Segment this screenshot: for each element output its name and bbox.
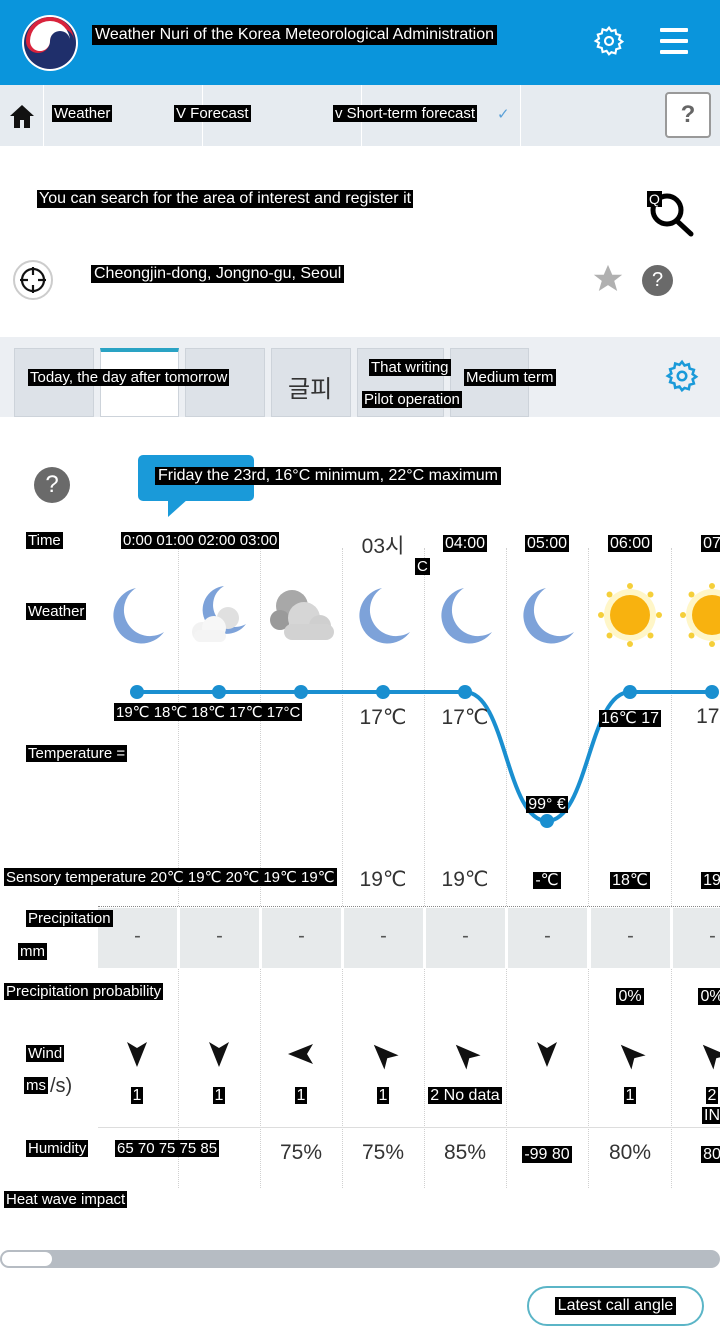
humidity-cell: 75% — [342, 1141, 424, 1165]
latest-announcement-button[interactable]: Latest call angle — [527, 1286, 704, 1326]
sensory-overlay: Sensory temperature 20℃ 19℃ 20℃ 19℃ 19℃ — [4, 868, 337, 886]
temperature-value: 17° — [696, 705, 720, 728]
humidity-value: -99 80 — [522, 1146, 572, 1163]
sensory-temp-value: 19℃ — [441, 868, 489, 891]
sensory-temp-cell: 19℃ — [342, 867, 424, 892]
temperature-value: 16℃ 17 — [598, 710, 661, 727]
precip-prob-value: 0% — [616, 988, 644, 1005]
wind-speed-value: 2 No data — [428, 1087, 502, 1104]
precip-prob-value: 0% — [698, 988, 720, 1005]
temperature-label: 99° € — [506, 791, 588, 815]
temperature-point — [130, 685, 144, 699]
temperature-point — [540, 814, 554, 828]
humidity-value: 80% — [608, 1141, 652, 1164]
wind-speed-cell: 1 — [260, 1082, 342, 1106]
wind-extra: IN — [671, 1102, 720, 1126]
sensory-temp-value: 19 — [701, 872, 720, 889]
temperature-overlay: 19℃ 18℃ 18℃ 17℃ 17°C — [114, 703, 303, 721]
humidity-cell: 85% — [424, 1141, 506, 1165]
humidity-value: 75% — [279, 1141, 323, 1164]
wind-speed-value: 1 — [623, 1087, 637, 1104]
precip-prob-cell: 0% — [589, 983, 671, 1007]
humidity-cell: 80% — [589, 1141, 671, 1165]
humidity-cell: 80 — [671, 1141, 720, 1165]
wind-speed-cell: 1 — [342, 1082, 424, 1106]
wind-extra-value: IN — [702, 1107, 720, 1124]
humidity-value: 75% — [361, 1141, 405, 1164]
wind-speed-value: 1 — [212, 1087, 226, 1104]
temperature-point — [294, 685, 308, 699]
sensory-temp-cell: 19 — [671, 867, 720, 891]
temperature-point — [376, 685, 390, 699]
wind-speed-cell: 2 No data — [424, 1082, 506, 1106]
row-label-precip-unit: mm — [18, 943, 47, 960]
wind-direction-arrow-icon — [537, 1042, 557, 1067]
row-label-wind-unit: ms — [24, 1077, 48, 1094]
temperature-value: 99° € — [526, 796, 568, 813]
wind-speed-cell: 1 — [589, 1082, 671, 1106]
wind-direction-arrow-icon — [209, 1042, 229, 1067]
temperature-point — [705, 685, 719, 699]
sensory-temp-cell: -℃ — [506, 867, 588, 891]
temperature-value: 17℃ — [441, 706, 489, 729]
row-label-precip-prob: Precipitation probability — [4, 983, 164, 1000]
temperature-label: 17℃ — [342, 705, 424, 730]
sensory-temp-value: 19℃ — [359, 868, 407, 891]
row-label-temperature: Temperature = — [26, 745, 128, 762]
row-label-time: Time — [26, 532, 63, 549]
temperature-label: 16℃ 17 — [589, 705, 671, 729]
temperature-label: 17℃ — [424, 705, 506, 730]
precip-prob-cell: 0% — [671, 983, 720, 1007]
row-label-heatwave: Heat wave impact — [4, 1191, 128, 1208]
wind-speed-value: 1 — [376, 1087, 390, 1104]
wind-speed-value: 1 — [130, 1087, 144, 1104]
row-label-wind: Wind — [26, 1045, 65, 1062]
sensory-temp-value: 18℃ — [610, 872, 650, 889]
humidity-overlay: 65 70 75 75 85 — [115, 1140, 220, 1157]
sensory-temp-cell: 18℃ — [589, 867, 671, 891]
latest-announcement-label: Latest call angle — [554, 1297, 677, 1315]
humidity-value: 85% — [443, 1141, 487, 1164]
row-label-weather: Weather — [26, 603, 87, 620]
temperature-point — [212, 685, 226, 699]
temperature-value: 17℃ — [359, 706, 407, 729]
sensory-temp-value: -℃ — [533, 872, 561, 889]
humidity-cell: 75% — [260, 1141, 342, 1165]
wind-speed-value: 1 — [294, 1087, 308, 1104]
wind-direction-arrow-icon — [127, 1042, 147, 1067]
sensory-temp-cell: 19℃ — [424, 867, 506, 892]
row-label-humidity: Humidity — [26, 1140, 89, 1157]
temperature-point — [458, 685, 472, 699]
temperature-label: 17° — [671, 705, 720, 729]
row-label-precipitation: Precipitation — [26, 910, 113, 927]
temperature-point — [623, 685, 637, 699]
humidity-value: 80 — [701, 1146, 720, 1163]
wind-speed-cell: 1 — [96, 1082, 178, 1106]
wind-speed-cell: 1 — [178, 1082, 260, 1106]
wind-direction-arrow-icon — [288, 1044, 313, 1064]
scrollbar-thumb[interactable] — [2, 1252, 52, 1266]
time-extra: C — [415, 558, 430, 575]
horizontal-scrollbar[interactable] — [0, 1250, 720, 1268]
humidity-cell: -99 80 — [506, 1141, 588, 1165]
wind-unit-suffix: /s) — [50, 1075, 73, 1097]
time-overlay: 0:00 01:00 02:00 03:00 — [121, 532, 280, 549]
